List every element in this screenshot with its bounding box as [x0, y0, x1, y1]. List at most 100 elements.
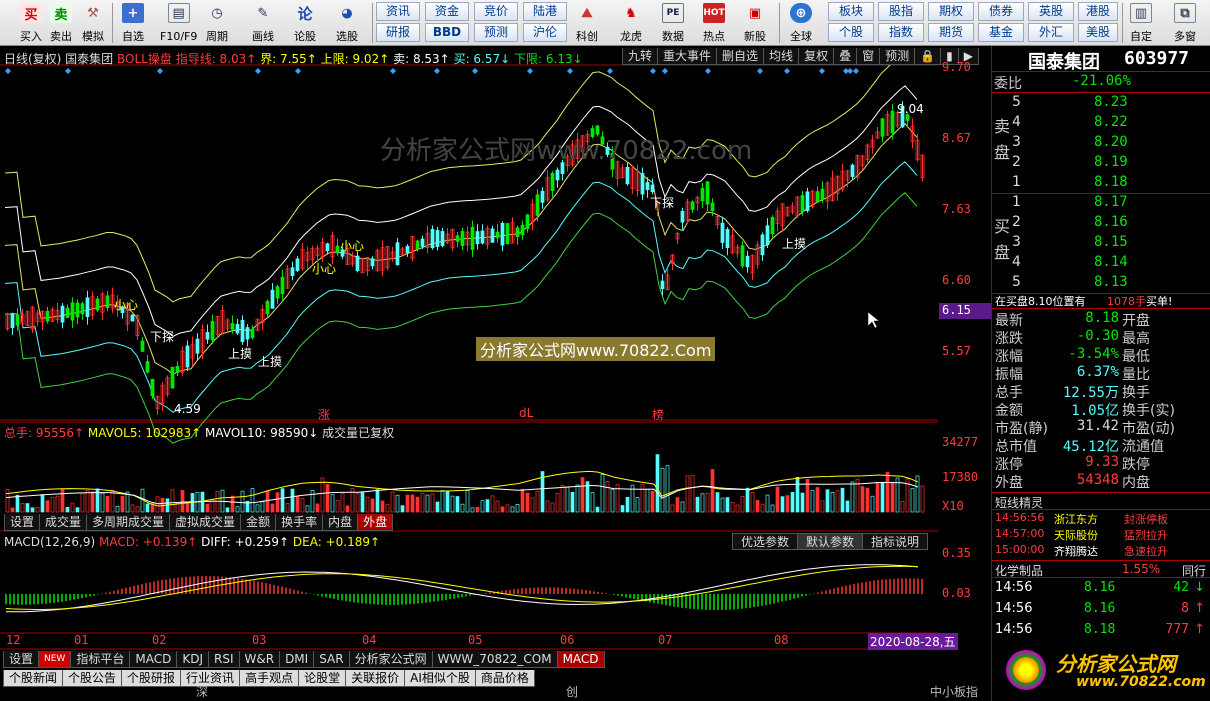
grid-btn-forecast[interactable]: 预测 — [474, 23, 518, 42]
ind-tab-settings[interactable]: 设置 — [3, 651, 40, 668]
grid-btn-bbd[interactable]: BBD — [425, 23, 469, 42]
ind-tab-macd[interactable]: MACD — [129, 651, 178, 668]
draw-line-button[interactable]: ✎ 画线 — [252, 2, 274, 44]
global-button[interactable]: ⊕ 全球 — [790, 2, 812, 44]
grid-btn-index-fut[interactable]: 股指 — [878, 2, 924, 21]
btn-forecast[interactable]: 预测 — [879, 48, 916, 65]
custom-button[interactable]: ▥ 自定 — [1130, 2, 1152, 44]
period-button[interactable]: ◷ 周期 — [206, 2, 228, 44]
dragon-button[interactable]: ♞ 龙虎 — [620, 2, 642, 44]
arrow-down-icon: ↓ — [1194, 580, 1205, 595]
ask-row[interactable]: 1 8.18 — [992, 174, 1210, 194]
ask-row[interactable]: 2 8.19 — [992, 154, 1210, 174]
ind-tab-sar[interactable]: SAR — [313, 651, 350, 668]
info-tab-commodity[interactable]: 商品价格 — [474, 670, 535, 687]
quote-stat-row: 金额 1.05亿 换手(实) — [992, 400, 1210, 419]
stock-picker-button[interactable]: ◕ 选股 — [336, 2, 358, 44]
stat-label: 总手 — [995, 385, 1023, 401]
price-legend: 日线(复权) 国泰集团 BOLL操盘 指导线: 8.03↑ 界: 7.55↑ 上… — [4, 50, 583, 67]
grid-btn-bonds[interactable]: 债券 — [978, 2, 1024, 21]
btn-major-event[interactable]: 重大事件 — [657, 48, 718, 65]
vol-tab-volume[interactable]: 成交量 — [39, 514, 88, 531]
grid-btn-options[interactable]: 期权 — [928, 2, 974, 21]
btn-overlay[interactable]: 叠 — [833, 48, 858, 65]
simulate-button[interactable]: ⚒ 模拟 — [82, 2, 104, 44]
grid-btn-research[interactable]: 研报 — [376, 23, 420, 42]
logo-text: 分析家公式网 — [1056, 652, 1176, 676]
ask-row[interactable]: 4 8.22 — [992, 114, 1210, 134]
grid-btn-forex[interactable]: 外汇 — [1028, 23, 1074, 42]
sector-row[interactable]: 化学制品 1.55% 同行 — [992, 560, 1210, 578]
ask-row[interactable]: 3 8.20 — [992, 134, 1210, 154]
bid-row[interactable]: 1 8.17 — [992, 194, 1210, 214]
vol-tab-turnover[interactable]: 换手率 — [275, 514, 324, 531]
btn-jiuzhuan[interactable]: 九转 — [622, 48, 659, 65]
bid-row[interactable]: 2 8.16 — [992, 214, 1210, 234]
ask-row[interactable]: 5 8.23 — [992, 94, 1210, 114]
grid-btn-shlon[interactable]: 沪伦 — [523, 23, 567, 42]
ind-tab-wr[interactable]: W&R — [238, 651, 281, 668]
grid-btn-hk[interactable]: 陆港 — [523, 2, 567, 21]
ind-tab-kdj[interactable]: KDJ — [176, 651, 209, 668]
grid-btn-hkstock[interactable]: 港股 — [1078, 2, 1118, 21]
f10-button[interactable]: ▤ F10/F9 — [160, 2, 197, 44]
info-tab-ai[interactable]: AI相似个股 — [404, 670, 476, 687]
vol-tab-outer[interactable]: 外盘 — [357, 514, 394, 531]
grid-btn-uk[interactable]: 英股 — [1028, 2, 1074, 21]
ind-tab-platform[interactable]: 指标平台 — [70, 651, 131, 668]
favorites-button[interactable]: + 自选 — [122, 2, 144, 44]
info-tab-related[interactable]: 关联报价 — [345, 670, 406, 687]
grid-btn-news[interactable]: 资讯 — [376, 2, 420, 21]
jingling-item[interactable]: 14:56:56 浙江东方 封涨停板 — [992, 511, 1210, 527]
grid-btn-stock[interactable]: 个股 — [828, 23, 874, 42]
grid-btn-index[interactable]: 指数 — [878, 23, 924, 42]
jingling-item[interactable]: 15:00:00 齐翔腾达 急速拉升 — [992, 543, 1210, 559]
btn-optimal-params[interactable]: 优选参数 — [732, 533, 799, 550]
ind-tab-dmi[interactable]: DMI — [279, 651, 315, 668]
discuss-button[interactable]: 论论股 — [294, 2, 316, 44]
multiwindow-button[interactable]: ⧉ 多窗 — [1174, 2, 1196, 44]
lock-icon[interactable]: 🔒 — [914, 48, 942, 65]
info-tab-experts[interactable]: 高手观点 — [239, 670, 300, 687]
vol-tab-virtual[interactable]: 虚拟成交量 — [169, 514, 242, 531]
info-tab-forum[interactable]: 论股堂 — [298, 670, 347, 687]
grid-btn-futures[interactable]: 期货 — [928, 23, 974, 42]
grid-btn-sector[interactable]: 板块 — [828, 2, 874, 21]
grid-btn-funds[interactable]: 资金 — [425, 2, 469, 21]
btn-indicator-help[interactable]: 指标说明 — [862, 533, 929, 550]
annot-careful: 小心 — [312, 262, 337, 276]
buy-button[interactable]: 买买入 — [20, 2, 42, 44]
btn-default-params[interactable]: 默认参数 — [797, 533, 864, 550]
info-tab-notices[interactable]: 个股公告 — [62, 670, 123, 687]
info-tab-reports[interactable]: 个股研报 — [121, 670, 182, 687]
bid-row[interactable]: 3 8.15 — [992, 234, 1210, 254]
ind-tab-www[interactable]: WWW_70822_COM — [431, 651, 558, 668]
info-tab-industry[interactable]: 行业资讯 — [180, 670, 241, 687]
btn-remove-favorite[interactable]: 删自选 — [716, 48, 765, 65]
annot-up: 上摸 — [258, 355, 283, 369]
vol-tab-settings[interactable]: 设置 — [4, 514, 41, 531]
ind-tab-fxj[interactable]: 分析家公式网 — [348, 651, 433, 668]
btn-adjust[interactable]: 复权 — [798, 48, 835, 65]
sell-button[interactable]: 卖卖出 — [50, 2, 72, 44]
hotspot-button[interactable]: HOT 热点 — [703, 2, 725, 44]
ipo-button[interactable]: ▣ 新股 — [744, 2, 766, 44]
btn-window[interactable]: 窗 — [856, 48, 881, 65]
grid-btn-usstock[interactable]: 美股 — [1078, 23, 1118, 42]
vol-tab-multi[interactable]: 多周期成交量 — [86, 514, 171, 531]
info-tab-news[interactable]: 个股新闻 — [3, 670, 64, 687]
ind-tab-rsi[interactable]: RSI — [208, 651, 240, 668]
star-market-button[interactable]: ⛰ 科创 — [576, 2, 598, 44]
grid-btn-fund[interactable]: 基金 — [978, 23, 1024, 42]
btn-ma[interactable]: 均线 — [763, 48, 800, 65]
macd-tick: 0.35 — [942, 546, 971, 560]
grid-btn-auction[interactable]: 竞价 — [474, 2, 518, 21]
x-tick: 12 — [6, 633, 21, 647]
vol-tab-inner[interactable]: 内盘 — [322, 514, 359, 531]
data-button[interactable]: PE 数据 — [662, 2, 684, 44]
vol-tab-amount[interactable]: 金额 — [240, 514, 277, 531]
ind-tab-macd-active[interactable]: MACD — [556, 651, 605, 668]
bid-row[interactable]: 4 8.14 — [992, 254, 1210, 274]
chart-area[interactable]: 日线(复权) 国泰集团 BOLL操盘 指导线: 8.03↑ 界: 7.55↑ 上… — [0, 46, 991, 701]
jingling-item[interactable]: 14:57:00 天际股份 猛烈拉升 — [992, 527, 1210, 543]
